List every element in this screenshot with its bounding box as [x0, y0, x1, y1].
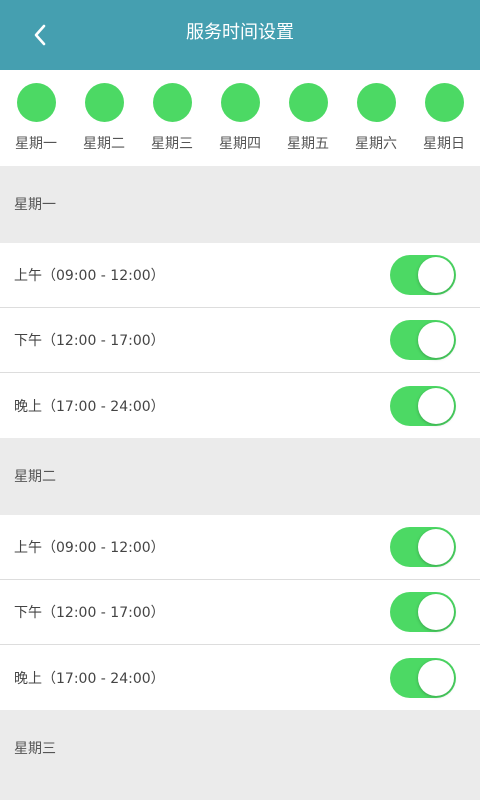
- weekday-label: 星期二: [83, 136, 125, 152]
- time-slot-label: 上午（09:00 - 12:00）: [14, 540, 165, 556]
- app-header: 服务时间设置: [0, 0, 480, 70]
- time-slot-toggle[interactable]: [390, 657, 456, 698]
- toggle-knob: [418, 257, 454, 293]
- toggle-knob: [418, 659, 454, 696]
- time-slot-toggle[interactable]: [390, 592, 456, 632]
- weekday-selector: 星期一 星期二 星期三 星期四 星期五 星期六 星期日: [0, 70, 480, 166]
- time-slot-row: 上午（09:00 - 12:00）: [0, 243, 480, 308]
- time-slot-row: 上午（09:00 - 12:00）: [0, 515, 480, 580]
- time-slot-toggle[interactable]: [390, 527, 456, 567]
- time-slot-toggle[interactable]: [390, 385, 456, 426]
- toggle-knob: [418, 594, 454, 630]
- toggle-knob: [418, 387, 454, 424]
- time-slot-label: 上午（09:00 - 12:00）: [14, 268, 165, 284]
- weekday-selected-dot[interactable]: [84, 83, 124, 122]
- toggle-knob: [418, 322, 454, 358]
- weekday-label: 星期四: [219, 136, 261, 152]
- weekday-selected-dot[interactable]: [152, 83, 192, 122]
- page-title: 服务时间设置: [186, 22, 294, 43]
- time-slot-label: 下午（12:00 - 17:00）: [14, 605, 165, 621]
- weekday-selected-dot[interactable]: [16, 83, 56, 122]
- weekday-label: 星期三: [151, 136, 193, 152]
- weekday-selected-dot[interactable]: [220, 83, 260, 122]
- weekday-item-wed[interactable]: 星期三: [140, 83, 204, 166]
- time-slot-row: 晚上（17:00 - 24:00）: [0, 373, 480, 438]
- time-slot-toggle[interactable]: [390, 320, 456, 360]
- weekday-selected-dot[interactable]: [288, 83, 328, 122]
- toggle-knob: [418, 529, 454, 565]
- time-slot-row: 下午（12:00 - 17:00）: [0, 308, 480, 373]
- time-slot-row: 晚上（17:00 - 24:00）: [0, 645, 480, 710]
- weekday-label: 星期五: [287, 136, 329, 152]
- time-slot-row: 下午（12:00 - 17:00）: [0, 580, 480, 645]
- weekday-item-sun[interactable]: 星期日: [412, 83, 476, 166]
- section-header-tue: 星期二: [0, 438, 480, 515]
- time-slot-toggle[interactable]: [390, 255, 456, 295]
- time-slot-label: 晚上（17:00 - 24:00）: [14, 398, 165, 415]
- weekday-item-fri[interactable]: 星期五: [276, 83, 340, 166]
- section-header-wed: 星期三: [0, 710, 480, 788]
- weekday-item-sat[interactable]: 星期六: [344, 83, 408, 166]
- weekday-label: 星期六: [355, 136, 397, 152]
- weekday-item-thu[interactable]: 星期四: [208, 83, 272, 166]
- weekday-label: 星期一: [15, 136, 57, 152]
- weekday-label: 星期日: [423, 136, 465, 152]
- weekday-selected-dot[interactable]: [424, 83, 464, 122]
- time-slot-label: 下午（12:00 - 17:00）: [14, 333, 165, 349]
- time-slot-label: 晚上（17:00 - 24:00）: [14, 670, 165, 687]
- weekday-item-mon[interactable]: 星期一: [4, 83, 68, 166]
- weekday-item-tue[interactable]: 星期二: [72, 83, 136, 166]
- weekday-selected-dot[interactable]: [356, 83, 396, 122]
- section-header-mon: 星期一: [0, 166, 480, 243]
